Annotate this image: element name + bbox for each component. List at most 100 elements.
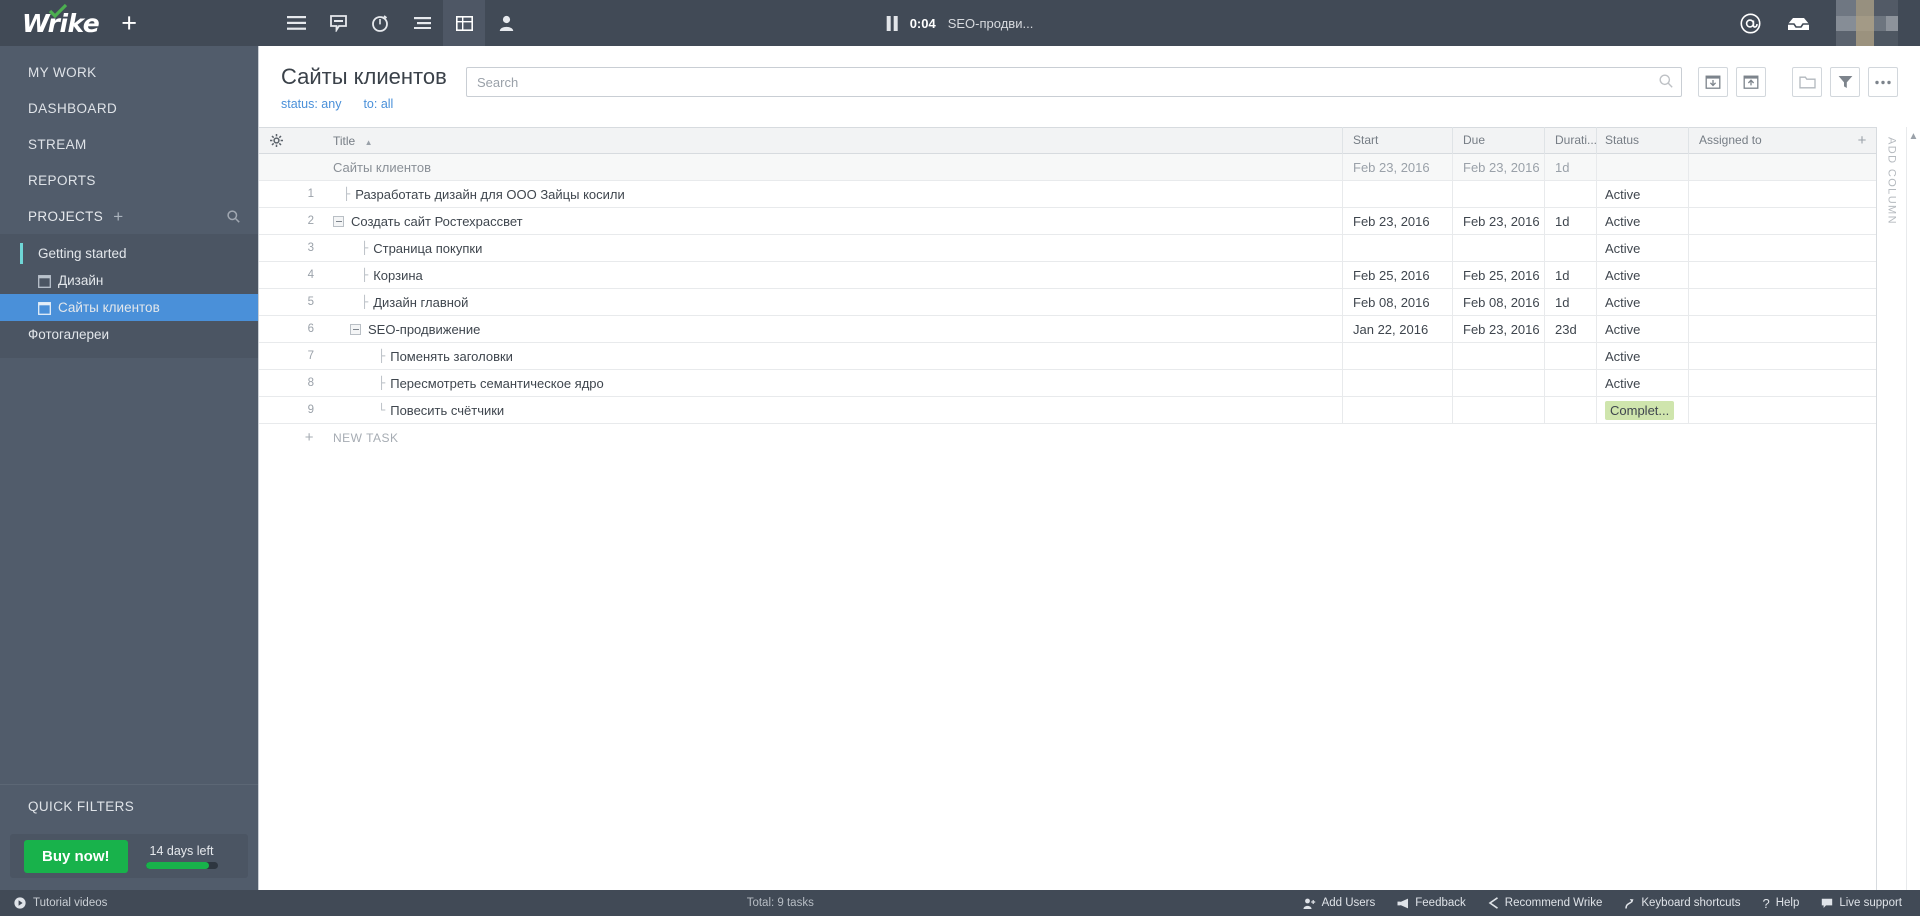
column-header-status[interactable]: Status [1596,127,1688,155]
row-due[interactable] [1452,235,1544,262]
keyboard-shortcuts-link[interactable]: Keyboard shortcuts [1624,897,1740,909]
column-settings-icon[interactable] [259,134,293,148]
sidebar-item-stream[interactable]: STREAM [0,126,258,162]
row-duration[interactable] [1544,235,1596,262]
column-header-title[interactable]: Title ▲ [321,134,1342,148]
sidebar-project-sayty-klientov[interactable]: Сайты клиентов [0,294,258,321]
row-due[interactable] [1452,370,1544,397]
row-status[interactable]: Complet... [1596,397,1688,424]
sidebar-item-dashboard[interactable]: DASHBOARD [0,90,258,126]
row-assigned[interactable] [1688,181,1848,208]
row-assigned[interactable] [1688,397,1848,424]
timer-pause-icon[interactable] [886,15,898,31]
hamburger-icon[interactable] [275,0,317,46]
row-duration[interactable]: 1d [1544,262,1596,289]
create-new-button[interactable]: + [121,9,137,37]
row-status[interactable] [1596,154,1688,181]
row-start[interactable] [1342,370,1452,397]
row-due[interactable]: Feb 25, 2016 [1452,262,1544,289]
row-start[interactable] [1342,397,1452,424]
import-icon[interactable] [1698,67,1728,97]
filter-status-link[interactable]: status: any [281,97,341,111]
row-title[interactable]: ├ Корзина [321,262,1342,288]
row-status[interactable]: Active [1596,208,1688,235]
tutorial-videos-link[interactable]: Tutorial videos [0,897,258,909]
mentions-icon[interactable] [1740,13,1761,34]
buy-now-button[interactable]: Buy now! [24,839,128,873]
row-start[interactable]: Feb 25, 2016 [1342,262,1452,289]
folder-icon[interactable] [1792,67,1822,97]
search-input[interactable] [466,67,1682,97]
row-status[interactable]: Active [1596,316,1688,343]
table-row[interactable]: 6 SEO-продвижение Jan 22, 2016 Feb 23, 2… [259,316,1876,344]
scroll-up-icon[interactable]: ▲ [1909,131,1919,142]
row-title[interactable]: Сайты клиентов [321,154,1342,180]
row-start[interactable] [1342,343,1452,370]
add-column-button[interactable]: + [1848,132,1876,149]
row-title[interactable]: ├ Поменять заголовки [321,343,1342,369]
table-row[interactable]: 4 ├ Корзина Feb 25, 2016 Feb 25, 2016 1d … [259,262,1876,290]
column-header-duration[interactable]: Durati... [1544,127,1597,155]
user-avatar[interactable] [1836,0,1898,46]
row-assigned[interactable] [1688,208,1848,235]
row-due[interactable] [1452,181,1544,208]
row-title[interactable]: ├ Страница покупки [321,235,1342,261]
row-status[interactable]: Active [1596,235,1688,262]
row-duration[interactable]: 1d [1544,154,1596,181]
row-title[interactable]: Создать сайт Ростехрассвет [321,208,1342,234]
row-due[interactable] [1452,397,1544,424]
row-start[interactable]: Jan 22, 2016 [1342,316,1452,343]
table-row[interactable]: 2 Создать сайт Ростехрассвет Feb 23, 201… [259,208,1876,236]
row-duration[interactable]: 1d [1544,289,1596,316]
wrike-logo[interactable]: Wrike [22,3,100,38]
row-assigned[interactable] [1688,316,1848,343]
row-duration[interactable] [1544,397,1596,424]
row-start[interactable] [1342,235,1452,262]
row-duration[interactable] [1544,343,1596,370]
list-view-icon[interactable] [401,0,443,46]
row-title[interactable]: SEO-продвижение [321,316,1342,342]
active-timer[interactable]: 0:04 SEO-продви... [886,15,1033,31]
vertical-scrollbar[interactable]: ▲ [1906,127,1920,890]
add-project-button[interactable]: + [113,208,123,225]
help-link[interactable]: ? Help [1762,896,1799,911]
search-projects-icon[interactable] [227,209,240,223]
table-view-icon[interactable] [443,0,485,46]
row-due[interactable]: Feb 23, 2016 [1452,154,1544,181]
row-status[interactable]: Active [1596,181,1688,208]
sidebar-item-my-work[interactable]: MY WORK [0,54,258,90]
new-task-plus[interactable]: + [293,424,321,451]
sidebar-item-projects[interactable]: PROJECTS + [0,198,258,234]
inbox-icon[interactable] [1787,16,1810,31]
column-header-assigned[interactable]: Assigned to [1688,127,1848,155]
row-start[interactable] [1342,181,1452,208]
row-assigned[interactable] [1688,235,1848,262]
sidebar-project-fotogalerei[interactable]: Фотогалереи [0,321,258,348]
feedback-link[interactable]: Feedback [1397,897,1466,909]
quick-filters-header[interactable]: QUICK FILTERS [0,784,258,828]
row-assigned[interactable] [1688,343,1848,370]
table-row[interactable]: 9 └ Повесить счётчики Complet... [259,397,1876,425]
search-icon[interactable] [1659,74,1673,88]
row-assigned[interactable] [1688,289,1848,316]
add-users-link[interactable]: Add Users [1303,897,1375,909]
filter-icon[interactable] [1830,67,1860,97]
collapse-toggle-icon[interactable] [350,323,361,335]
row-status[interactable]: Active [1596,262,1688,289]
table-row[interactable]: 3 ├ Страница покупки Active [259,235,1876,263]
row-due[interactable] [1452,343,1544,370]
row-duration[interactable] [1544,181,1596,208]
table-row[interactable]: Сайты клиентов Feb 23, 2016 Feb 23, 2016… [259,154,1876,182]
row-due[interactable]: Feb 23, 2016 [1452,316,1544,343]
live-support-link[interactable]: Live support [1821,897,1902,909]
table-row[interactable]: 5 ├ Дизайн главной Feb 08, 2016 Feb 08, 2… [259,289,1876,317]
new-task-label[interactable]: NEW TASK [321,424,1876,451]
row-assigned[interactable] [1688,262,1848,289]
more-icon[interactable] [1868,67,1898,97]
row-due[interactable]: Feb 23, 2016 [1452,208,1544,235]
chat-icon[interactable] [317,0,359,46]
export-icon[interactable] [1736,67,1766,97]
filter-to-link[interactable]: to: all [363,97,393,111]
collapse-toggle-icon[interactable] [333,215,344,227]
recommend-wrike-link[interactable]: Recommend Wrike [1488,897,1602,909]
